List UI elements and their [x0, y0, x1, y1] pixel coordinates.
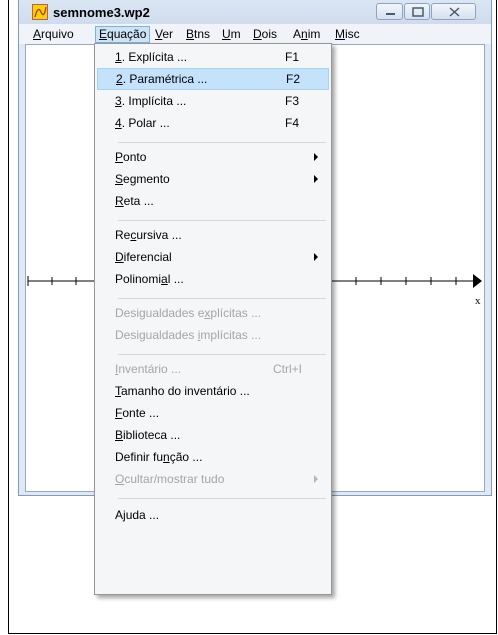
axis-arrow-icon: [473, 274, 482, 288]
menu-item-biblioteca[interactable]: Biblioteca ...: [97, 424, 329, 446]
menu-item-implicita[interactable]: 3. Implícita ... F3: [97, 90, 329, 112]
title-bar[interactable]: semnome3.wp2: [19, 0, 491, 24]
menu-separator: [118, 142, 326, 143]
menu-equacao[interactable]: Equação: [95, 26, 151, 43]
menu-separator: [118, 220, 326, 221]
menu-item-polar[interactable]: 4. Polar ... F4: [97, 112, 329, 134]
graph-app-icon: [32, 4, 48, 20]
menu-ver[interactable]: Ver: [152, 26, 176, 43]
menu-arquivo[interactable]: Arquivo: [30, 26, 77, 43]
close-icon: [449, 7, 460, 17]
window-title: semnome3.wp2: [53, 5, 150, 20]
submenu-arrow-icon: [314, 153, 318, 161]
menu-separator: [118, 498, 326, 499]
maximize-icon: [412, 7, 424, 17]
menu-dois[interactable]: Dois: [250, 26, 280, 43]
menu-anim[interactable]: Anim: [290, 26, 323, 43]
menu-item-ponto[interactable]: Ponto: [97, 146, 329, 168]
menu-item-definir-funcao[interactable]: Definir função ...: [97, 446, 329, 468]
menu-item-polinomial[interactable]: Polinomial ...: [97, 268, 329, 290]
menu-bar: Arquivo Equação Ver Btns Um Dois Anim Mi…: [19, 24, 491, 44]
menu-item-desigualdades-explicitas: Desigualdades explícitas ...: [115, 306, 262, 320]
menu-item-explicita[interactable]: 1. Explícita ... F1: [97, 46, 329, 68]
submenu-arrow-icon: [314, 175, 318, 183]
close-button[interactable]: [431, 3, 476, 20]
minimize-icon: [386, 13, 395, 15]
menu-item-diferencial[interactable]: Diferencial: [97, 246, 329, 268]
axis-label: x: [475, 295, 481, 307]
menu-separator: [118, 298, 326, 299]
menu-item-fonte[interactable]: Fonte ...: [97, 402, 329, 424]
menu-separator: [118, 354, 326, 355]
menu-item-tamanho-inventario[interactable]: Tamanho do inventário ...: [97, 380, 329, 402]
minimize-button[interactable]: [376, 3, 403, 20]
menu-item-ajuda[interactable]: Ajuda ...: [97, 504, 329, 526]
maximize-button[interactable]: [404, 3, 430, 20]
submenu-arrow-icon: [314, 475, 318, 483]
menu-um[interactable]: Um: [219, 26, 244, 43]
equacao-dropdown-menu: 1. Explícita ... F1 2. Paramétrica ... F…: [94, 43, 332, 595]
menu-misc[interactable]: Misc: [332, 26, 363, 43]
menu-item-inventario: Inventário ... Ctrl+I: [115, 362, 303, 376]
menu-item-parametrica[interactable]: 2. Paramétrica ... F2: [97, 68, 329, 90]
menu-btns[interactable]: Btns: [183, 26, 213, 43]
submenu-arrow-icon: [314, 253, 318, 261]
menu-item-segmento[interactable]: Segmento: [97, 168, 329, 190]
menu-item-ocultar-mostrar: Ocultar/mostrar tudo: [97, 468, 329, 490]
menu-item-recursiva[interactable]: Recursiva ...: [97, 224, 329, 246]
menu-item-reta[interactable]: Reta ...: [97, 190, 329, 212]
menu-item-desigualdades-implicitas: Desigualdades implícitas ...: [115, 328, 262, 342]
